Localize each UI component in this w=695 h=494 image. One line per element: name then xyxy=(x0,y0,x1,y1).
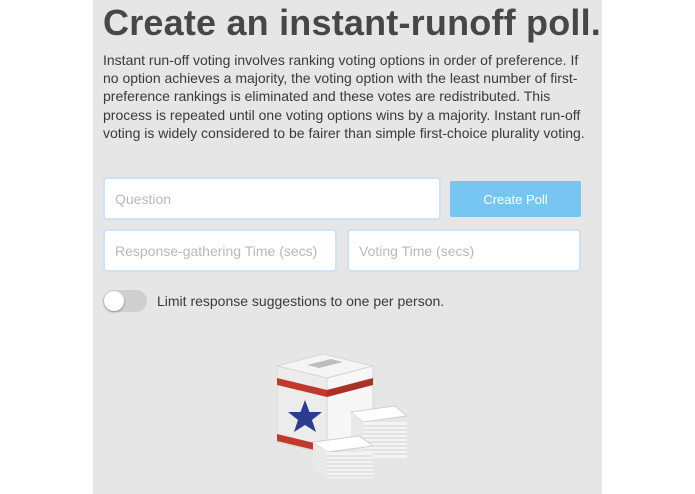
toggle-knob xyxy=(104,291,124,311)
question-input[interactable] xyxy=(103,177,441,220)
page-description: Instant run-off voting involves ranking … xyxy=(103,52,585,141)
limit-responses-label: Limit response suggestions to one per pe… xyxy=(157,293,445,309)
create-poll-button[interactable]: Create Poll xyxy=(450,181,581,217)
voting-time-input[interactable] xyxy=(347,229,581,272)
create-poll-panel: Create an instant-runoff poll. Instant r… xyxy=(93,0,602,494)
response-time-input[interactable] xyxy=(103,229,337,272)
paper-stack-front xyxy=(311,435,375,478)
limit-responses-toggle[interactable] xyxy=(103,290,147,312)
ballot-box-icon xyxy=(277,353,409,478)
paper-stack-back xyxy=(349,405,409,458)
page-title: Create an instant-runoff poll. xyxy=(103,2,602,43)
